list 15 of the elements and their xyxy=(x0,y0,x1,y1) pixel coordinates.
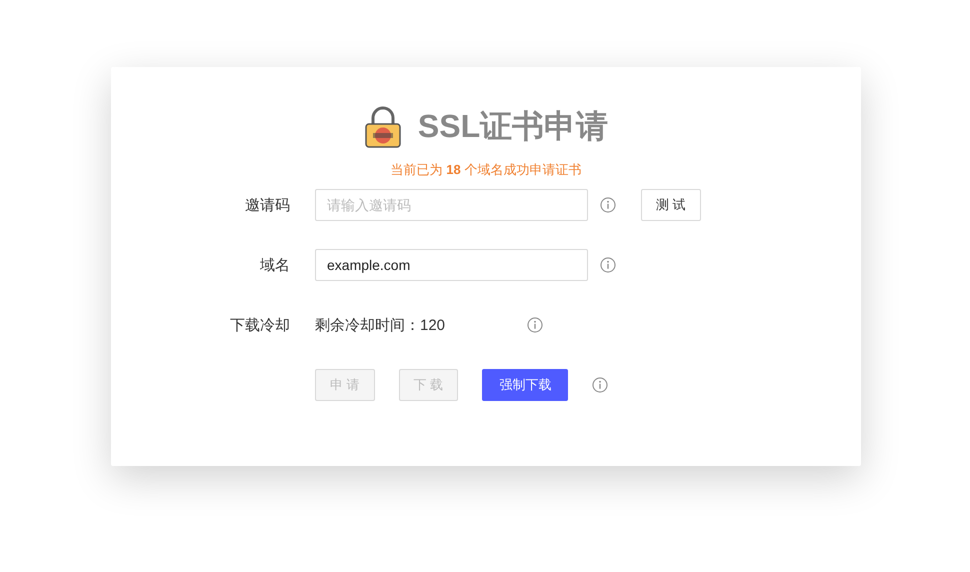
cooldown-text: 剩余冷却时间：120 xyxy=(315,316,446,334)
field-label: 下载冷却 xyxy=(229,316,290,334)
padlock-icon xyxy=(364,106,402,148)
field-label: 邀请码 xyxy=(244,196,290,214)
test-button[interactable]: 测 试 xyxy=(641,189,701,221)
page-title: SSL证书申请 xyxy=(418,107,608,146)
success-count-text: 当前已为 18 个域名成功申请证书 xyxy=(390,161,582,179)
action-button[interactable]: 强制下载 xyxy=(482,369,568,401)
input-field[interactable]: example.com xyxy=(315,249,588,281)
info-icon[interactable] xyxy=(592,377,608,393)
field-label: 域名 xyxy=(259,256,290,274)
input-field[interactable]: 请输入邀请码 xyxy=(315,189,588,221)
info-icon[interactable] xyxy=(600,257,616,273)
info-icon[interactable] xyxy=(600,197,616,213)
info-icon[interactable] xyxy=(527,317,543,333)
